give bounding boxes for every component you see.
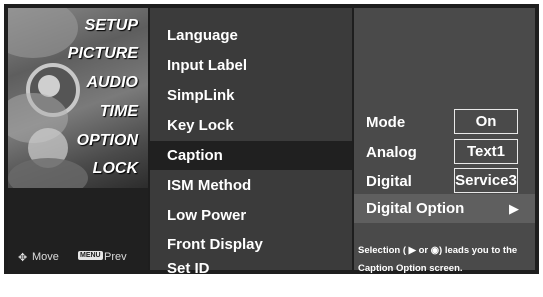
- category-label: LOCK: [92, 160, 138, 177]
- category-option[interactable]: OPTION: [8, 127, 148, 157]
- option-label: Key Lock: [167, 117, 234, 134]
- arrow-right-icon: ▶: [509, 201, 519, 216]
- analog-label: Analog: [366, 144, 417, 161]
- help-text-line: Caption Option screen.: [358, 263, 463, 274]
- dpad-icon: ✥: [18, 252, 28, 264]
- digital-option-label: Digital Option: [366, 200, 465, 217]
- move-hint-label: Move: [32, 251, 59, 263]
- caption-settings-panel: Mode On Analog Text1 Digital Service3 Di…: [354, 8, 535, 274]
- option-item-key-lock[interactable]: Key Lock: [150, 111, 352, 140]
- prev-hint-label: Prev: [104, 251, 127, 263]
- option-item-caption[interactable]: Caption: [150, 141, 352, 170]
- category-time[interactable]: TIME: [8, 98, 148, 128]
- option-label: Caption: [167, 147, 223, 164]
- option-label: ISM Method: [167, 177, 252, 194]
- mode-value-box[interactable]: On: [454, 109, 518, 134]
- navigation-hint: ✥ Move MENU Prev: [8, 246, 148, 270]
- category-label: AUDIO: [86, 74, 138, 91]
- option-label: SimpLink: [167, 87, 235, 104]
- option-label: Input Label: [167, 57, 247, 74]
- option-item-ism-method[interactable]: ISM Method: [150, 171, 352, 200]
- menu-key-icon: MENU: [78, 251, 103, 260]
- digital-value-box[interactable]: Service3: [454, 168, 518, 193]
- analog-value-box[interactable]: Text1: [454, 139, 518, 164]
- mode-label: Mode: [366, 114, 406, 131]
- digital-label: Digital: [366, 173, 412, 190]
- option-label: Low Power: [167, 207, 247, 224]
- category-audio[interactable]: AUDIO: [8, 69, 148, 99]
- option-label: Language: [167, 27, 238, 44]
- option-item-simplink[interactable]: SimpLink: [150, 81, 352, 110]
- category-picture[interactable]: PICTURE: [8, 40, 148, 70]
- option-item-front-display[interactable]: Front Display: [150, 230, 352, 259]
- option-label: Front Display: [167, 236, 263, 253]
- category-label: PICTURE: [67, 45, 138, 62]
- digital-option-item[interactable]: Digital Option ▶: [354, 194, 535, 223]
- option-label: Set ID: [167, 260, 210, 277]
- category-label: TIME: [99, 103, 138, 120]
- category-lock[interactable]: LOCK: [8, 155, 148, 185]
- category-label: OPTION: [76, 132, 138, 149]
- option-item-low-power[interactable]: Low Power: [150, 201, 352, 230]
- category-panel: SETUP PICTURE AUDIO TIME OPTION LOCK ✥ M…: [8, 8, 148, 270]
- category-setup[interactable]: SETUP: [8, 12, 148, 42]
- help-text-line: Selection ( ▶ or ◉) leads you to the: [358, 245, 518, 256]
- option-item-language[interactable]: Language: [150, 21, 352, 50]
- option-item-set-id[interactable]: Set ID: [150, 259, 352, 277]
- option-item-input-label[interactable]: Input Label: [150, 51, 352, 80]
- category-label: SETUP: [84, 17, 138, 34]
- option-list-panel: Language Input Label SimpLink Key Lock C…: [150, 8, 352, 277]
- tv-osd-menu: SETUP PICTURE AUDIO TIME OPTION LOCK ✥ M…: [4, 4, 539, 277]
